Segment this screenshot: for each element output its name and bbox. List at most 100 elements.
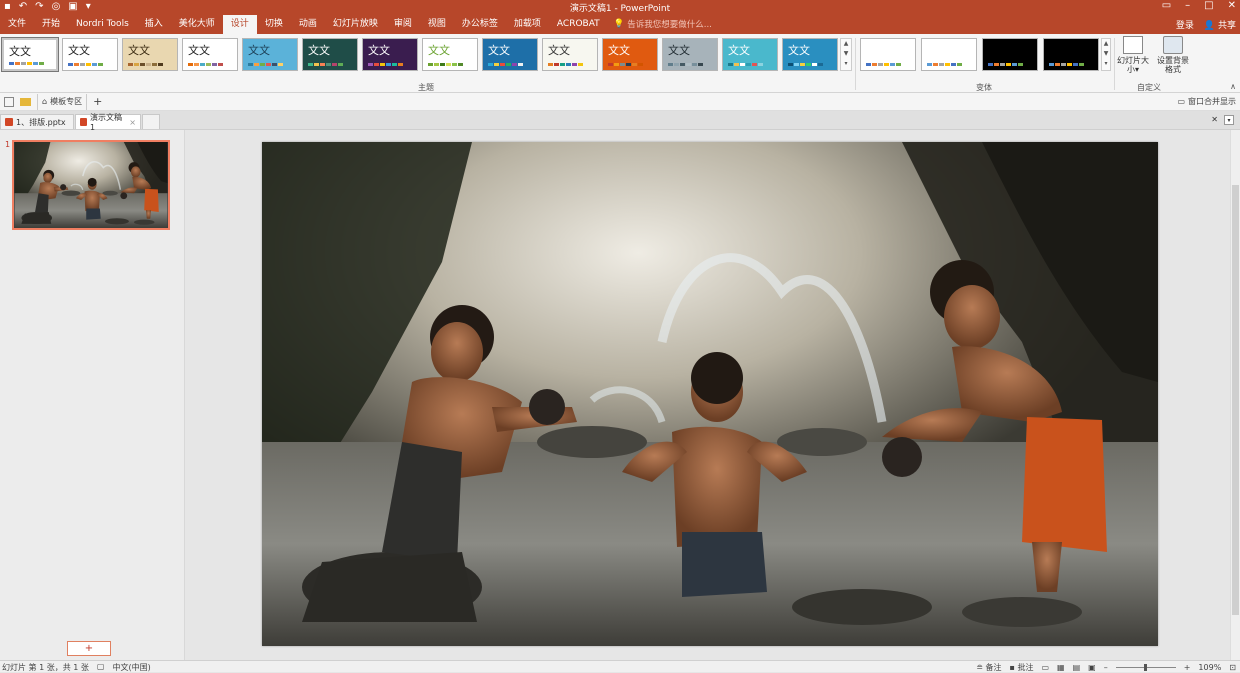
- customize-group-label: 自定义: [1137, 83, 1161, 92]
- ribbon-tab[interactable]: 插入: [137, 14, 171, 34]
- tell-me-placeholder: 告诉我您想要做什么...: [627, 20, 712, 30]
- reading-view-icon[interactable]: ▤: [1073, 663, 1081, 672]
- ribbon-tab[interactable]: 文件: [0, 14, 34, 34]
- status-right: ≘ 备注 ▪ 批注 ▭ ▦ ▤ ▣ – + 109% ⊡: [976, 662, 1236, 673]
- theme-gallery-scroll[interactable]: ▲ ▼ ▾: [840, 38, 852, 71]
- theme-thumbnail[interactable]: 文文: [1, 37, 59, 72]
- close-all-tabs-icon[interactable]: ✕: [1211, 115, 1218, 124]
- theme-thumbnail[interactable]: 文文: [662, 38, 718, 71]
- status-bar: 幻灯片 第 1 张，共 1 张 ▢ 中文(中国) ≘ 备注 ▪ 批注 ▭ ▦ ▤…: [0, 660, 1240, 672]
- theme-thumbnail[interactable]: 文文: [362, 38, 418, 71]
- group-divider: [855, 38, 856, 90]
- powerpoint-file-icon: [5, 118, 13, 126]
- vertical-scrollbar[interactable]: [1230, 130, 1240, 660]
- ribbon-tab[interactable]: Nordri Tools: [68, 14, 137, 34]
- ribbon-tab[interactable]: 办公标签: [454, 14, 506, 34]
- scrollbar-thumb[interactable]: [1232, 185, 1239, 615]
- theme-thumbnail[interactable]: 文文: [542, 38, 598, 71]
- theme-thumbnail[interactable]: 文文: [482, 38, 538, 71]
- variant-thumbnail[interactable]: [1043, 38, 1099, 71]
- group-divider: [1114, 38, 1115, 90]
- login-link[interactable]: 登录: [1176, 18, 1194, 31]
- ribbon-tab[interactable]: 加载项: [506, 14, 549, 34]
- zoom-slider[interactable]: [1115, 664, 1176, 671]
- close-icon[interactable]: ✕: [1228, 0, 1236, 11]
- ribbon-tab[interactable]: 开始: [34, 14, 68, 34]
- slide-thumbnail-pane: 1 +: [0, 130, 185, 660]
- notes-button[interactable]: ≘ 备注: [976, 662, 1001, 673]
- format-background-button[interactable]: 设置背景格式: [1156, 36, 1190, 74]
- theme-thumbnail[interactable]: 文文: [302, 38, 358, 71]
- title-bar: ▪ ↶ ↷ ◎ ▣ ▾ 演示文稿1 - PowerPoint ▭ – □ ✕: [0, 0, 1240, 14]
- theme-color-swatches: [188, 63, 223, 66]
- new-doc-tab[interactable]: [142, 114, 160, 129]
- window-merge-button[interactable]: ▭ 窗口合并显示: [1177, 96, 1236, 107]
- ribbon-tab[interactable]: 设计: [222, 15, 257, 34]
- theme-color-swatches: [608, 63, 643, 66]
- ribbon-tabs: 文件 开始 Nordri Tools 插入 美化大师 设计 切换 动画 幻灯片放映 审阅 视图 办公标…: [0, 14, 1240, 34]
- theme-sample-text: 文文: [248, 44, 270, 57]
- theme-thumbnail[interactable]: 文文: [422, 38, 478, 71]
- theme-thumbnail[interactable]: 文文: [62, 38, 118, 71]
- powerpoint-file-icon: [80, 118, 87, 126]
- zoom-level[interactable]: 109%: [1198, 663, 1221, 672]
- current-slide[interactable]: [262, 142, 1158, 646]
- theme-thumbnail[interactable]: 文文: [782, 38, 838, 71]
- window-merge-icon: ▭: [1177, 97, 1185, 106]
- variant-thumbnail[interactable]: [860, 38, 916, 71]
- variant-thumbnail[interactable]: [921, 38, 977, 71]
- ribbon-tab[interactable]: 动画: [291, 14, 325, 34]
- theme-sample-text: 文文: [128, 44, 150, 57]
- maximize-icon[interactable]: □: [1204, 0, 1213, 11]
- theme-color-swatches: [68, 63, 103, 66]
- zoom-out-icon[interactable]: –: [1104, 663, 1108, 672]
- theme-sample-text: 文文: [428, 44, 450, 57]
- ribbon-tab[interactable]: ACROBAT: [549, 14, 608, 34]
- zoom-in-icon[interactable]: +: [1184, 663, 1191, 672]
- ribbon-tab[interactable]: 视图: [420, 14, 454, 34]
- ribbon-tab[interactable]: 审阅: [386, 14, 420, 34]
- tell-me-search[interactable]: 💡 告诉我您想要做什么...: [608, 18, 712, 30]
- slide-sorter-icon[interactable]: ▦: [1057, 663, 1065, 672]
- zoom-slider-knob[interactable]: [1143, 664, 1147, 671]
- variant-thumbnail[interactable]: [982, 38, 1038, 71]
- tab-list-dropdown-icon[interactable]: ▾: [1224, 115, 1234, 125]
- new-document-icon[interactable]: [4, 96, 14, 107]
- theme-color-swatches: [428, 63, 463, 66]
- theme-thumbnail[interactable]: 文文: [182, 38, 238, 71]
- theme-thumbnail[interactable]: 文文: [602, 38, 658, 71]
- variant-color-swatches: [866, 63, 901, 66]
- comments-button[interactable]: ▪ 批注: [1010, 662, 1034, 673]
- theme-thumbnail[interactable]: 文文: [722, 38, 778, 71]
- open-folder-icon[interactable]: [20, 97, 31, 106]
- collapse-ribbon-icon[interactable]: ∧: [1230, 82, 1236, 91]
- slide-size-icon: [1123, 36, 1143, 54]
- close-tab-icon[interactable]: ×: [129, 118, 136, 127]
- template-zone-button[interactable]: ⌂ 模板专区: [37, 93, 88, 110]
- variant-gallery-scroll[interactable]: ▲ ▼ ▾: [1101, 38, 1111, 71]
- slide-thumbnail[interactable]: [12, 140, 170, 230]
- share-button[interactable]: 👤 共享: [1204, 18, 1236, 31]
- ribbon-display-options-icon[interactable]: ▭: [1162, 0, 1171, 11]
- theme-thumbnail[interactable]: 文文: [122, 38, 178, 71]
- variant-color-swatches: [927, 63, 962, 66]
- add-slide-button[interactable]: +: [67, 641, 111, 656]
- share-label: 共享: [1217, 20, 1236, 31]
- fit-to-window-icon[interactable]: ⊡: [1229, 663, 1236, 672]
- normal-view-icon[interactable]: ▭: [1041, 663, 1049, 672]
- ribbon-tab[interactable]: 幻灯片放映: [325, 14, 386, 34]
- minimize-icon[interactable]: –: [1185, 0, 1190, 11]
- doc-tab[interactable]: 1、排版.pptx: [0, 114, 74, 129]
- spellcheck-icon[interactable]: ▢: [97, 662, 105, 673]
- slideshow-icon[interactable]: ▣: [1088, 663, 1096, 672]
- add-tab-icon[interactable]: +: [93, 95, 102, 108]
- theme-thumbnail[interactable]: 文文: [242, 38, 298, 71]
- lightbulb-icon: 💡: [613, 19, 625, 29]
- notes-label: 备注: [985, 663, 1002, 672]
- ribbon-tab[interactable]: 美化大师: [171, 14, 223, 34]
- doc-tab[interactable]: 演示文稿1 ×: [75, 113, 141, 132]
- language-status[interactable]: 中文(中国): [112, 662, 150, 673]
- slide-size-label: 幻灯片大小: [1117, 56, 1149, 74]
- ribbon-tab[interactable]: 切换: [257, 14, 291, 34]
- slide-size-button[interactable]: 幻灯片大小▾: [1116, 36, 1150, 74]
